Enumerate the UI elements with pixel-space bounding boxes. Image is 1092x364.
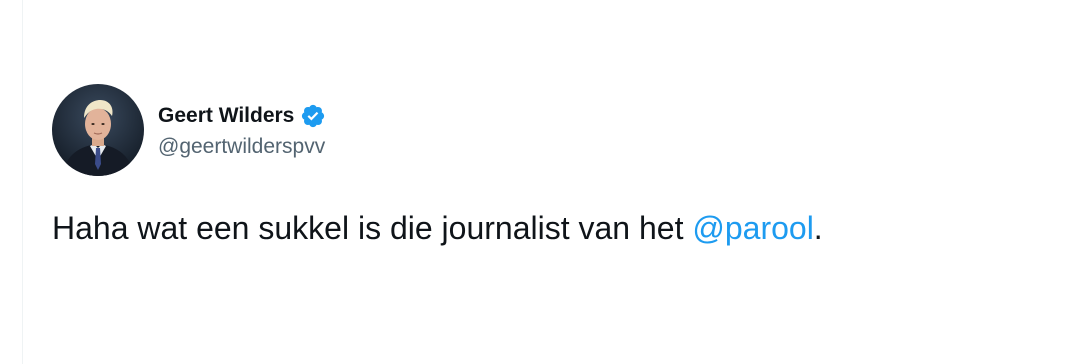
tweet-screenshot: Geert Wilders @geertwilderspvv Haha wat … [0, 0, 1092, 364]
avatar[interactable] [52, 84, 144, 176]
tweet-text: Haha wat een sukkel is die journalist va… [52, 204, 823, 252]
display-name-line: Geert Wilders [158, 101, 326, 131]
verified-badge-icon [300, 103, 326, 129]
author-names: Geert Wilders @geertwilderspvv [158, 99, 326, 162]
display-name[interactable]: Geert Wilders [158, 104, 294, 128]
tweet-card: Geert Wilders @geertwilderspvv Haha wat … [52, 84, 1052, 246]
tweet-text-after: . [813, 210, 823, 246]
author-row: Geert Wilders @geertwilderspvv [52, 84, 1052, 176]
tweet-text-before: Haha wat een sukkel is die journalist va… [52, 210, 693, 246]
mention-link[interactable]: @parool [692, 210, 813, 246]
divider-line [22, 0, 23, 364]
avatar-image [52, 84, 144, 176]
username-handle[interactable]: @geertwilderspvv [158, 132, 326, 162]
